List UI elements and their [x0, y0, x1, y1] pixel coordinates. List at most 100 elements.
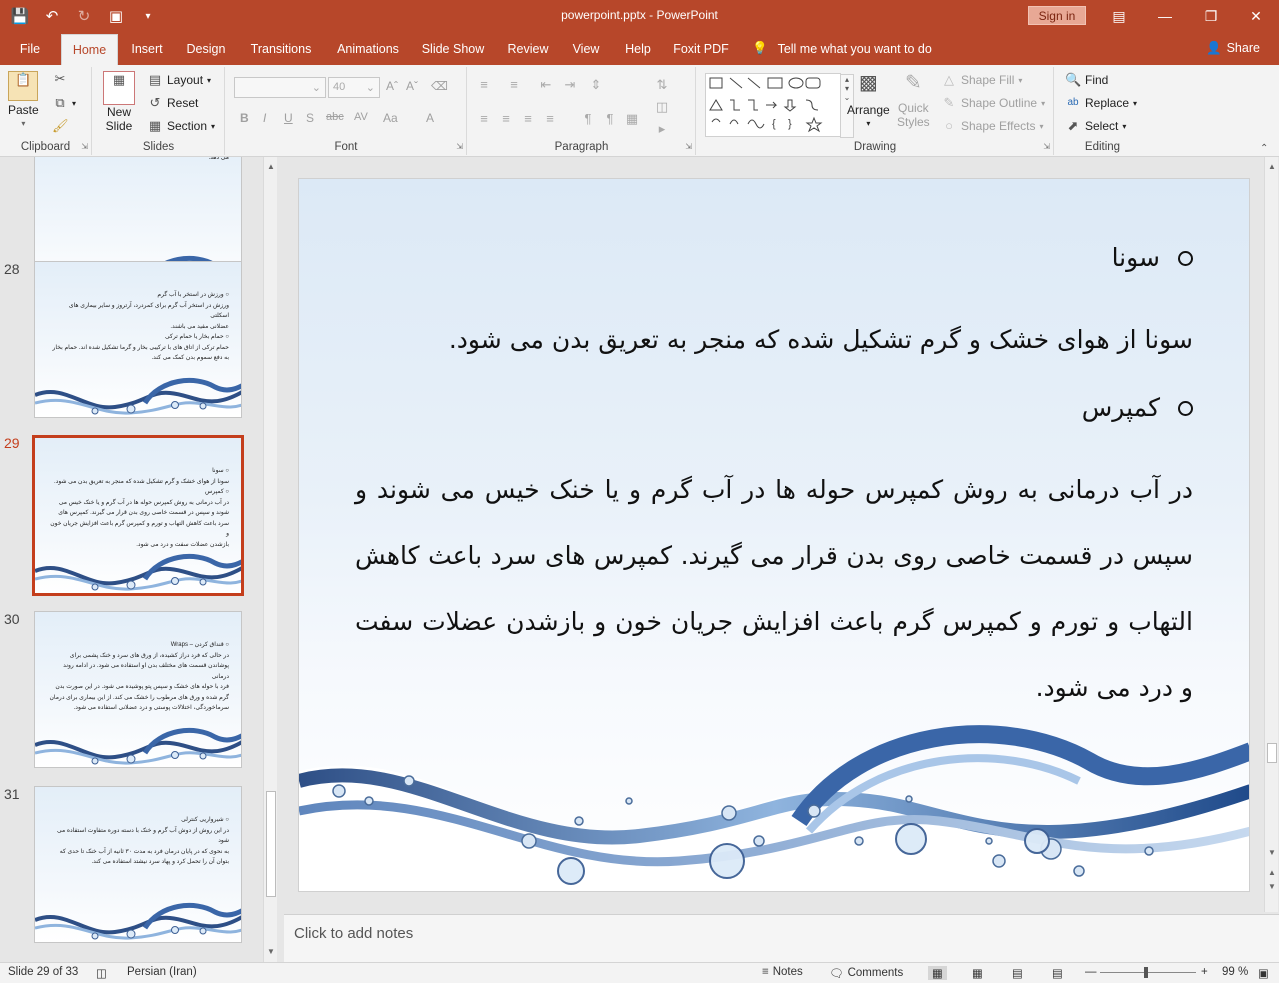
italic-button[interactable]: I	[263, 111, 266, 125]
select-button[interactable]: ⬈ Select ▾	[1065, 118, 1127, 134]
scroll-down-icon[interactable]: ▼	[265, 946, 277, 958]
tab-slide-show[interactable]: Slide Show	[418, 34, 488, 65]
slide-show-icon[interactable]: ▤	[1052, 966, 1063, 980]
tab-help[interactable]: Help	[618, 34, 658, 65]
paragraph-launcher-icon[interactable]: ⇲	[685, 142, 692, 151]
notes-pane[interactable]: Click to add notes	[284, 914, 1279, 962]
tab-transitions[interactable]: Transitions	[245, 34, 317, 65]
sign-in-button[interactable]: Sign in	[1028, 6, 1086, 25]
underline-button[interactable]: U	[284, 111, 293, 125]
text-direction-icon[interactable]: ⇅	[654, 77, 670, 93]
tab-insert[interactable]: Insert	[126, 34, 168, 65]
font-size-combo[interactable]: 40 ⌄	[328, 77, 380, 98]
current-slide[interactable]: سونا سونا از هوای خشک و گرم تشکیل شده که…	[298, 178, 1250, 892]
slide-bullet-compress[interactable]: کمپرس	[1082, 393, 1193, 422]
slide-paragraph-compress[interactable]: در آب درمانی به روش کمپرس حوله ها در آب …	[355, 457, 1193, 721]
editor-scrollbar[interactable]: ▲ ▼ ▲ ▼	[1264, 157, 1278, 912]
shapes-gallery[interactable]: {} ▴ ▾ ⌄	[705, 73, 854, 138]
grow-font-icon[interactable]: Aˆ	[386, 79, 398, 93]
thumbnail-scrollbar[interactable]: ▲ ▼	[263, 157, 277, 962]
paste-button[interactable]: 📋 Paste ▾	[8, 71, 39, 128]
clear-formatting-icon[interactable]: ⌫	[431, 79, 448, 93]
columns-icon[interactable]: ▦	[624, 111, 640, 127]
bullets-icon[interactable]: ≡	[476, 77, 492, 93]
drawing-launcher-icon[interactable]: ⇲	[1043, 142, 1050, 151]
character-spacing-button[interactable]: AV	[354, 111, 368, 123]
reading-view-icon[interactable]: ▤	[1012, 966, 1023, 980]
tab-home[interactable]: Home	[61, 34, 118, 65]
notes-button[interactable]: ≡ Notes	[762, 966, 803, 978]
tell-me-box[interactable]: 💡 Tell me what you want to do	[752, 41, 932, 56]
find-button[interactable]: 🔍 Find	[1065, 72, 1108, 88]
slide-paragraph-sauna[interactable]: سونا از هوای خشک و گرم تشکیل شده که منجر…	[353, 307, 1193, 373]
quick-styles-button[interactable]: ✎ Quick Styles	[897, 73, 930, 129]
slide-bullet-sauna[interactable]: سونا	[1112, 243, 1193, 272]
slide-sorter-icon[interactable]: ▦	[972, 966, 983, 980]
zoom-in-icon[interactable]: +	[1201, 966, 1208, 978]
restore-icon[interactable]: ❐	[1188, 0, 1234, 32]
editor-scroll-up-icon[interactable]: ▲	[1266, 161, 1278, 173]
tab-review[interactable]: Review	[502, 34, 554, 65]
collapse-ribbon-icon[interactable]: ⌃	[1260, 143, 1268, 154]
share-button[interactable]: 👤 Share	[1206, 41, 1260, 56]
redo-icon[interactable]: ↻	[72, 4, 96, 28]
zoom-level[interactable]: 99 %	[1222, 966, 1248, 978]
zoom-slider-thumb[interactable]	[1144, 967, 1148, 978]
scroll-thumb[interactable]	[266, 791, 276, 897]
justify-icon[interactable]: ≡	[542, 111, 558, 127]
editor-scroll-down-icon[interactable]: ▼	[1266, 847, 1278, 859]
close-icon[interactable]: ✕	[1233, 0, 1279, 32]
section-button[interactable]: ▦ Section ▾	[147, 118, 215, 134]
customize-qat-icon[interactable]: ▾	[136, 4, 160, 28]
tab-animations[interactable]: Animations	[330, 34, 406, 65]
shrink-font-icon[interactable]: Aˇ	[406, 79, 418, 93]
layout-button[interactable]: ▤ Layout ▾	[147, 72, 211, 88]
align-center-icon[interactable]: ≡	[498, 111, 514, 127]
smartart-icon[interactable]: ▸	[654, 121, 670, 137]
slide-thumbnail[interactable]: ○ ورزش در استخر با آب گرم ورزش در استخر آ…	[34, 261, 242, 418]
save-icon[interactable]: 💾	[8, 4, 32, 28]
numbering-icon[interactable]: ≡	[506, 77, 522, 93]
shape-effects-button[interactable]: ○ Shape Effects ▾	[941, 118, 1043, 134]
tab-foxit-pdf[interactable]: Foxit PDF	[670, 34, 732, 65]
normal-view-icon[interactable]: ▦	[928, 966, 947, 980]
decrease-indent-icon[interactable]: ⇤	[538, 77, 554, 93]
rtl-icon[interactable]: ¶	[602, 111, 618, 127]
text-shadow-button[interactable]: S	[306, 111, 314, 125]
tab-file[interactable]: File	[8, 34, 52, 65]
start-from-beginning-icon[interactable]: ▣	[104, 4, 128, 28]
cut-icon[interactable]: ✂	[52, 71, 68, 87]
slide-thumbnail[interactable]: ○ شیرواریی کنترلی در این روش از دوش آب گر…	[34, 786, 242, 943]
ltr-icon[interactable]: ¶	[580, 111, 596, 127]
tab-view[interactable]: View	[566, 34, 606, 65]
spelling-icon[interactable]: ◫	[96, 966, 107, 980]
tab-design[interactable]: Design	[180, 34, 232, 65]
increase-indent-icon[interactable]: ⇥	[562, 77, 578, 93]
minimize-icon[interactable]: —	[1142, 0, 1188, 32]
align-text-icon[interactable]: ◫	[654, 99, 670, 115]
comments-button[interactable]: 🗨 Comments	[829, 966, 903, 980]
new-slide-button[interactable]: ▦ New Slide	[103, 71, 135, 133]
font-name-combo[interactable]: ⌄	[234, 77, 326, 98]
format-painter-icon[interactable]: 🖌	[52, 118, 69, 134]
bold-button[interactable]: B	[240, 111, 249, 125]
align-right-icon[interactable]: ≡	[520, 111, 536, 127]
slide-thumbnail[interactable]: ○ قنداق کردن – Wraps در حالی که فرد دراز …	[34, 611, 242, 768]
font-color-button[interactable]: A	[426, 111, 434, 125]
shape-fill-button[interactable]: △ Shape Fill ▾	[941, 72, 1022, 88]
shape-outline-button[interactable]: ✎ Shape Outline ▾	[941, 95, 1046, 111]
font-launcher-icon[interactable]: ⇲	[456, 142, 463, 151]
reset-button[interactable]: ↺ Reset	[147, 95, 199, 111]
zoom-out-icon[interactable]: —	[1085, 966, 1097, 978]
copy-icon[interactable]: ⧉ ▾	[52, 95, 76, 111]
language-indicator[interactable]: Persian (Iran)	[127, 966, 197, 978]
undo-icon[interactable]: ↶	[40, 4, 64, 28]
previous-slide-icon[interactable]: ▲	[1266, 867, 1278, 879]
strikethrough-button[interactable]: abc	[326, 111, 344, 123]
zoom-slider-track[interactable]	[1100, 972, 1196, 973]
clipboard-launcher-icon[interactable]: ⇲	[81, 142, 88, 151]
editor-scroll-thumb[interactable]	[1267, 743, 1277, 763]
fit-to-window-icon[interactable]: ▣	[1258, 966, 1269, 980]
next-slide-icon[interactable]: ▼	[1266, 881, 1278, 893]
slide-thumbnail[interactable]: ○ سونا سونا از هوای خشک و گرم تشکیل شده ک…	[32, 435, 244, 596]
